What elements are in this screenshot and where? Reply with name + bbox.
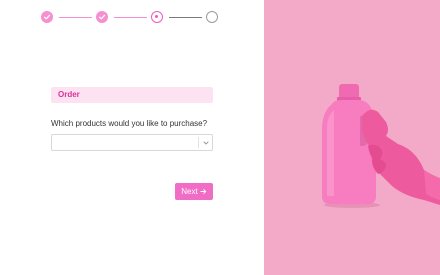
chevron-down-icon[interactable] bbox=[202, 139, 210, 147]
detergent-bottle-image bbox=[264, 0, 440, 275]
progress-stepper bbox=[41, 11, 221, 25]
next-button[interactable]: Next bbox=[175, 183, 213, 200]
step-connector bbox=[59, 17, 92, 18]
check-icon bbox=[98, 14, 106, 20]
select-divider bbox=[198, 137, 199, 148]
section-header: Order bbox=[51, 87, 213, 103]
step-4-pending bbox=[206, 11, 218, 23]
step-3-current[interactable] bbox=[151, 11, 163, 23]
section-title: Order bbox=[58, 90, 80, 99]
step-connector bbox=[169, 17, 202, 18]
step-1-complete[interactable] bbox=[41, 11, 53, 23]
step-2-complete[interactable] bbox=[96, 11, 108, 23]
step-connector bbox=[114, 17, 147, 18]
check-icon bbox=[43, 14, 51, 20]
product-photo bbox=[264, 0, 440, 275]
question-label: Which products would you like to purchas… bbox=[51, 119, 208, 128]
form-panel: Order Which products would you like to p… bbox=[0, 0, 264, 275]
product-select[interactable] bbox=[51, 134, 213, 151]
arrow-right-icon bbox=[200, 189, 206, 194]
next-button-label: Next bbox=[181, 187, 198, 196]
